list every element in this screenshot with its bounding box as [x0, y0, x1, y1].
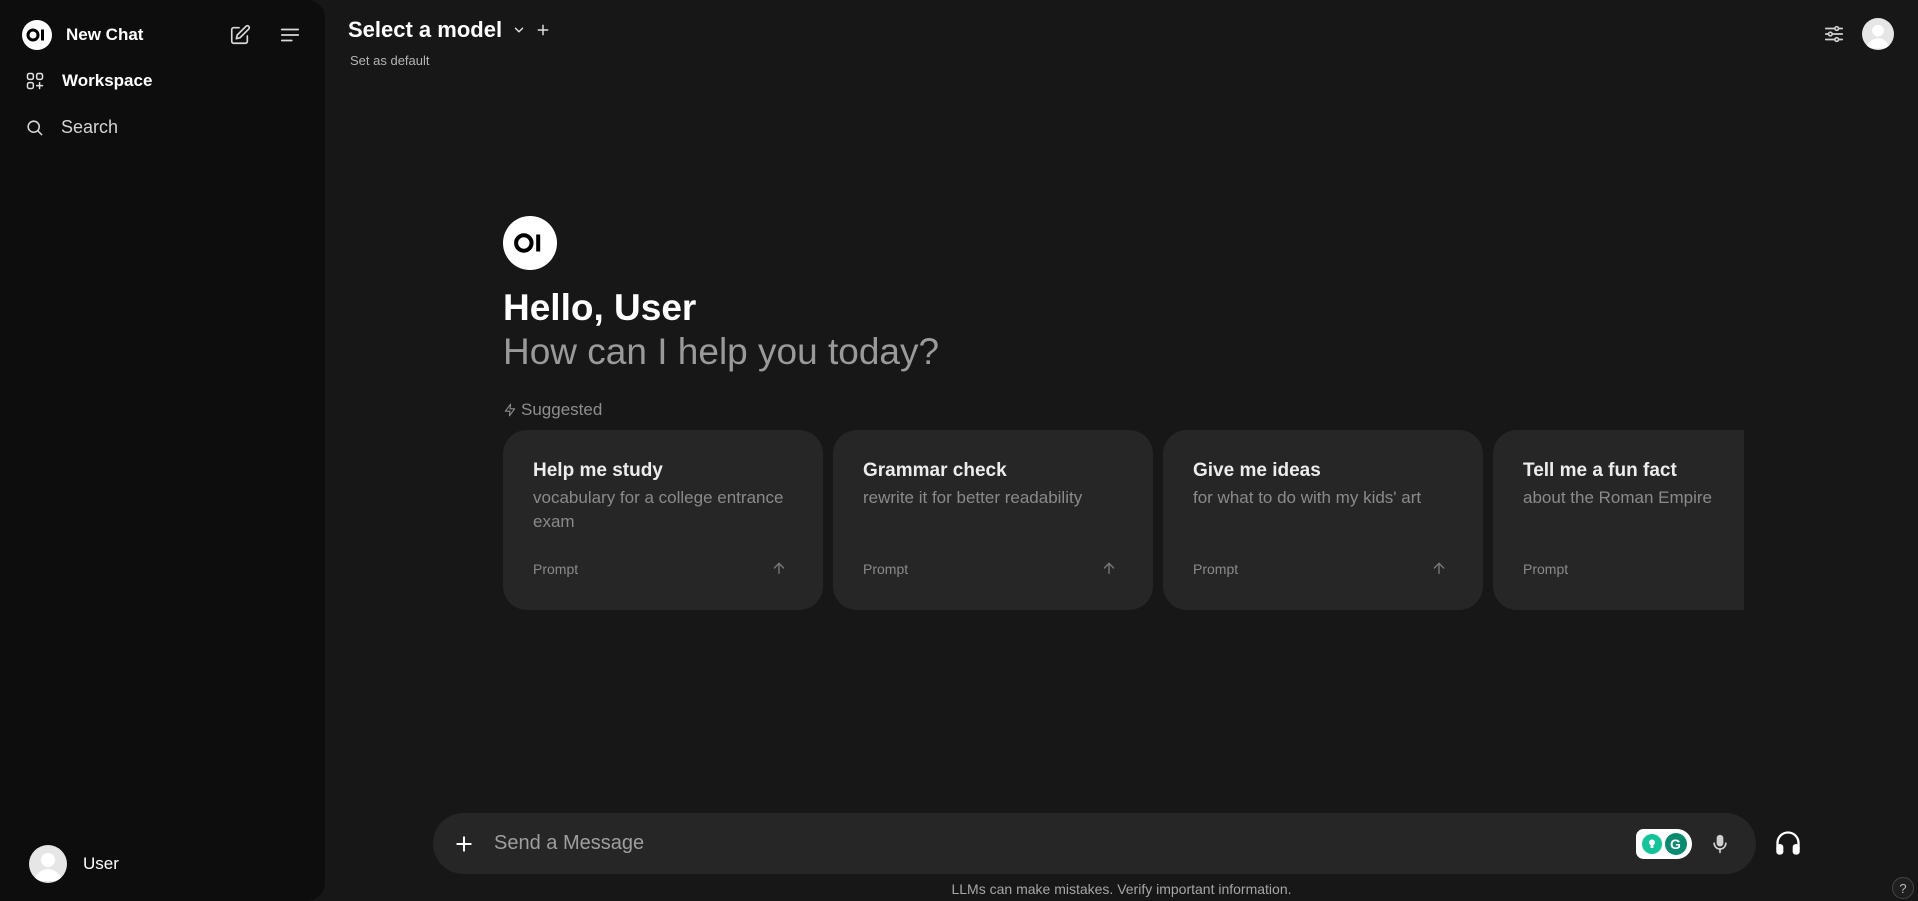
sliders-icon[interactable]: [1823, 23, 1845, 45]
suggestion-card[interactable]: Tell me a fun fact about the Roman Empir…: [1493, 430, 1744, 610]
sidebar-item-search[interactable]: Search: [25, 117, 118, 138]
sidebar: New Chat Workspace Search User: [0, 0, 325, 901]
card-subtitle: for what to do with my kids' art: [1193, 488, 1422, 507]
card-subtitle: about the Roman Empire: [1523, 488, 1712, 507]
grammarly-widget[interactable]: G: [1636, 828, 1692, 859]
suggestion-card[interactable]: Help me study vocabulary for a college e…: [503, 430, 823, 610]
suggested-label: Suggested: [521, 400, 603, 419]
lightbulb-icon: [1641, 833, 1662, 854]
disclaimer-text: LLMs can make mistakes. Verify important…: [951, 881, 1292, 897]
openwebui-logo: [22, 20, 52, 50]
message-composer: G: [433, 813, 1756, 874]
card-prompt-label: Prompt: [1193, 561, 1239, 577]
card-title: Give me ideas: [1193, 460, 1321, 481]
zap-icon: [504, 403, 516, 417]
greeting: Hello, User: [503, 287, 697, 328]
arrow-up-icon: [771, 560, 787, 576]
suggestion-cards: Help me study vocabulary for a college e…: [503, 430, 1744, 610]
suggestion-card[interactable]: Grammar check rewrite it for better read…: [833, 430, 1153, 610]
avatar: [29, 845, 67, 883]
headphones-icon[interactable]: [1774, 829, 1802, 857]
workspace-label: Workspace: [62, 71, 153, 90]
card-prompt-label: Prompt: [1523, 561, 1569, 577]
user-name: User: [83, 854, 119, 873]
arrow-up-icon: [1431, 560, 1447, 576]
profile-avatar[interactable]: [1862, 18, 1894, 50]
new-chat-button[interactable]: New Chat: [22, 20, 143, 50]
arrow-up-icon: [1101, 560, 1117, 576]
model-selector: Select a model: [348, 17, 550, 43]
message-input[interactable]: [494, 823, 1636, 864]
card-title: Tell me a fun fact: [1523, 460, 1677, 481]
set-default-link[interactable]: Set as default: [350, 53, 430, 68]
card-prompt-label: Prompt: [533, 561, 579, 577]
menu-icon[interactable]: [278, 23, 302, 47]
suggestion-card[interactable]: Give me ideas for what to do with my kid…: [1163, 430, 1483, 610]
main-panel: Select a model Set as default Hello, Use…: [325, 0, 1918, 901]
sidebar-item-workspace[interactable]: Workspace: [25, 71, 152, 91]
workspace-icon: [25, 71, 45, 91]
search-label: Search: [61, 117, 119, 137]
search-icon: [25, 118, 44, 137]
top-right-controls: [1823, 18, 1894, 50]
card-title: Grammar check: [863, 460, 1007, 481]
help-button[interactable]: ?: [1892, 877, 1914, 899]
welcome-hero: Hello, User How can I help you today? Su…: [503, 216, 939, 420]
new-chat-label: New Chat: [66, 25, 144, 44]
add-model-icon[interactable]: [536, 23, 550, 37]
microphone-icon[interactable]: [1710, 833, 1730, 855]
card-subtitle: rewrite it for better readability: [863, 488, 1083, 507]
openwebui-logo: [503, 216, 557, 270]
compose-icon[interactable]: [228, 23, 252, 47]
suggested-header: Suggested: [503, 400, 939, 420]
card-prompt-label: Prompt: [863, 561, 909, 577]
attach-plus-icon[interactable]: [454, 834, 474, 854]
card-title: Help me study: [533, 460, 663, 481]
grammarly-icon: G: [1664, 832, 1687, 855]
user-menu[interactable]: User: [29, 845, 119, 883]
greeting-subtitle: How can I help you today?: [503, 331, 940, 372]
model-title[interactable]: Select a model: [348, 17, 502, 43]
card-subtitle: vocabulary for a college entrance exam: [533, 488, 784, 531]
chevron-down-icon[interactable]: [512, 23, 526, 37]
